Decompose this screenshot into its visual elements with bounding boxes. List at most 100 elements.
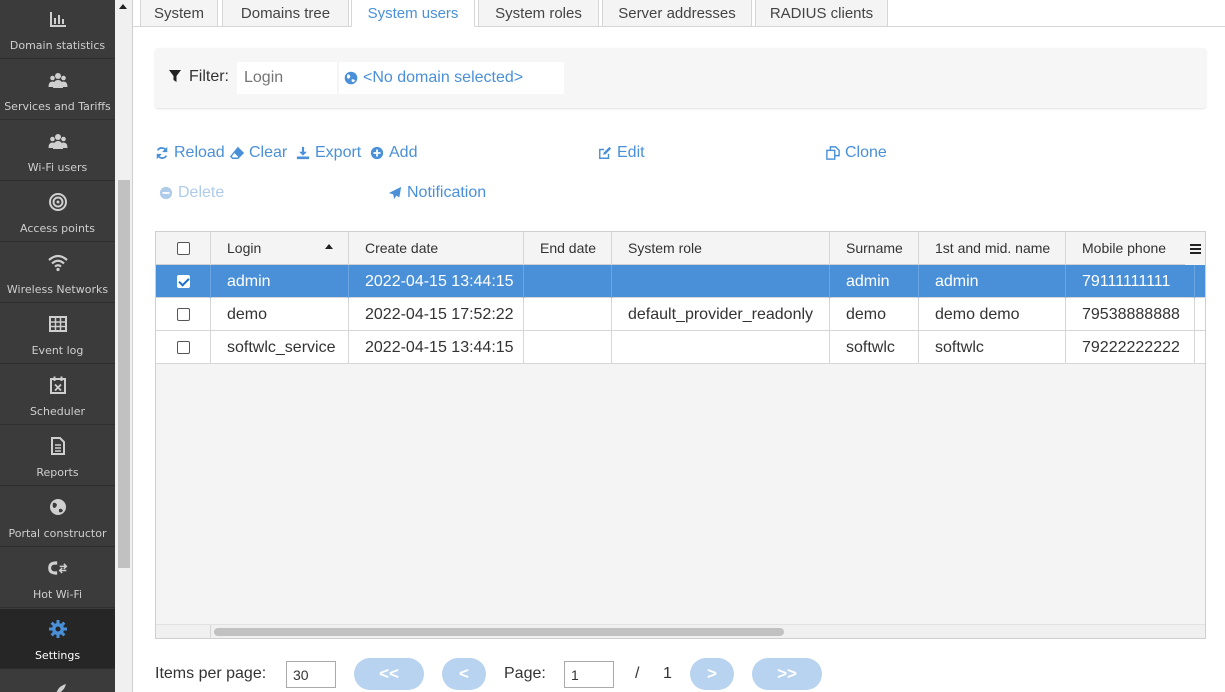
sidebar-item-label: Services and Tariffs: [4, 100, 111, 113]
table-row[interactable]: demo 2022-04-15 17:52:22 default_provide…: [156, 298, 1205, 331]
tab-radius-clients[interactable]: RADIUS clients: [755, 0, 888, 27]
sidebar-item-event-log[interactable]: Event log: [0, 304, 115, 364]
column-header-system-role[interactable]: System role: [612, 232, 830, 265]
cell-system-role: [612, 331, 830, 364]
sidebar: Domain statistics Services and Tariffs W…: [0, 0, 115, 692]
document-icon: [0, 436, 115, 458]
domain-selector[interactable]: <No domain selected>: [339, 62, 564, 94]
scrollbar-thumb[interactable]: [214, 628, 784, 636]
row-checkbox[interactable]: [177, 341, 190, 354]
cell-name: demo demo: [919, 298, 1066, 331]
items-per-page-label: Items per page:: [155, 665, 267, 682]
table-horizontal-scrollbar[interactable]: [156, 624, 1205, 638]
cell-mobile-phone: 79111111111: [1066, 265, 1195, 298]
column-header-label: Login: [227, 240, 262, 256]
notification-label: Notification: [407, 184, 487, 201]
cell-mobile-phone: 79538888888: [1066, 298, 1195, 331]
minus-circle-icon: [159, 186, 173, 200]
sidebar-item-label: Scheduler: [29, 405, 86, 418]
column-header-name[interactable]: 1st and mid. name: [919, 232, 1066, 265]
sidebar-item-settings[interactable]: Settings: [0, 609, 115, 669]
column-header-surname[interactable]: Surname: [830, 232, 919, 265]
cell-surname: admin: [830, 265, 919, 298]
eraser-icon: [230, 146, 244, 159]
edit-button[interactable]: Edit: [598, 143, 645, 163]
bar-chart-icon: [0, 9, 115, 31]
tab-system-users[interactable]: System users: [351, 0, 475, 27]
select-all-checkbox[interactable]: [177, 242, 190, 255]
users-group-icon: [0, 131, 115, 153]
wifi-icon: [0, 253, 115, 275]
column-header-end-date[interactable]: End date: [524, 232, 612, 265]
sidebar-item-label: Hot Wi-Fi: [32, 588, 83, 601]
delete-button[interactable]: Delete: [159, 183, 224, 203]
scrollbar-lead: [156, 625, 211, 638]
column-header-login[interactable]: Login: [211, 232, 349, 265]
sidebar-item-hot-wifi[interactable]: Hot Wi-Fi: [0, 548, 115, 608]
reload-button[interactable]: Reload: [155, 143, 225, 163]
clone-button[interactable]: Clone: [826, 143, 887, 163]
gear-icon: [0, 619, 115, 641]
row-checkbox[interactable]: [177, 308, 190, 321]
row-checkbox[interactable]: [177, 275, 190, 288]
cell-create-date: 2022-04-15 17:52:22: [349, 298, 524, 331]
cell-name: softwlc: [919, 331, 1066, 364]
column-header-mobile-phone[interactable]: Mobile phone: [1066, 232, 1195, 265]
sidebar-item-reports[interactable]: Reports: [0, 426, 115, 486]
clear-button[interactable]: Clear: [230, 143, 287, 163]
sidebar-item-access-points[interactable]: Access points: [0, 182, 115, 242]
delete-label: Delete: [178, 184, 225, 201]
sidebar-item-domain-statistics[interactable]: Domain statistics: [0, 0, 115, 59]
table-icon: [0, 314, 115, 336]
sidebar-item-wireless-networks[interactable]: Wireless Networks: [0, 243, 115, 303]
notification-button[interactable]: Notification: [388, 183, 486, 203]
cell-surname: softwlc: [830, 331, 919, 364]
cell-name: admin: [919, 265, 1066, 298]
last-page-button[interactable]: >>: [752, 658, 822, 690]
add-label: Add: [389, 144, 418, 161]
sidebar-item-label: Wireless Networks: [6, 283, 109, 296]
cell-create-date: 2022-04-15 13:44:15: [349, 265, 524, 298]
plus-circle-icon: [370, 146, 384, 160]
clone-label: Clone: [845, 144, 887, 161]
tab-domains-tree[interactable]: Domains tree: [222, 0, 349, 27]
scroll-up-icon[interactable]: [119, 4, 127, 9]
sidebar-item-services-and-tariffs[interactable]: Services and Tariffs: [0, 60, 115, 120]
tab-system[interactable]: System: [140, 0, 218, 27]
first-page-button[interactable]: <<: [354, 658, 424, 690]
cell-login: softwlc_service: [211, 331, 349, 364]
sidebar-item-label: Event log: [31, 344, 84, 357]
globe-icon: [344, 71, 358, 85]
sidebar-item-scheduler[interactable]: Scheduler: [0, 365, 115, 425]
sidebar-scrollbar[interactable]: [115, 0, 133, 692]
tab-server-addresses[interactable]: Server addresses: [602, 0, 752, 27]
items-per-page-input[interactable]: [286, 661, 336, 688]
users-group-icon: [0, 70, 115, 92]
sidebar-item-label: Domain statistics: [9, 39, 106, 52]
column-menu-icon[interactable]: [1185, 232, 1205, 265]
prev-page-button[interactable]: <: [442, 658, 486, 690]
filter-panel: Filter: <No domain selected>: [155, 48, 1206, 108]
next-page-button[interactable]: >: [690, 658, 734, 690]
table-row[interactable]: admin 2022-04-15 13:44:15 admin admin 79…: [156, 265, 1205, 298]
users-table: Login Create date End date System role S…: [155, 231, 1206, 639]
scrollbar-thumb[interactable]: [118, 180, 130, 568]
add-button[interactable]: Add: [370, 143, 417, 163]
column-header-create-date[interactable]: Create date: [349, 232, 524, 265]
cell-end-date: [524, 298, 612, 331]
filter-icon: [169, 70, 181, 82]
cell-system-role: [612, 265, 830, 298]
tab-system-roles[interactable]: System roles: [478, 0, 599, 27]
copy-icon: [826, 146, 840, 160]
table-row[interactable]: softwlc_service 2022-04-15 13:44:15 soft…: [156, 331, 1205, 364]
login-filter-input[interactable]: [237, 62, 337, 94]
sidebar-item-wifi-users[interactable]: Wi-Fi users: [0, 121, 115, 181]
globe-icon: [0, 497, 115, 519]
sidebar-item-next[interactable]: [0, 670, 115, 692]
sidebar-item-label: Access points: [20, 222, 95, 235]
page-number-input[interactable]: [564, 661, 614, 688]
sidebar-item-label: Wi-Fi users: [27, 161, 88, 174]
sidebar-item-portal-constructor[interactable]: Portal constructor: [0, 487, 115, 547]
calendar-x-icon: [0, 375, 115, 397]
export-button[interactable]: Export: [296, 143, 361, 163]
